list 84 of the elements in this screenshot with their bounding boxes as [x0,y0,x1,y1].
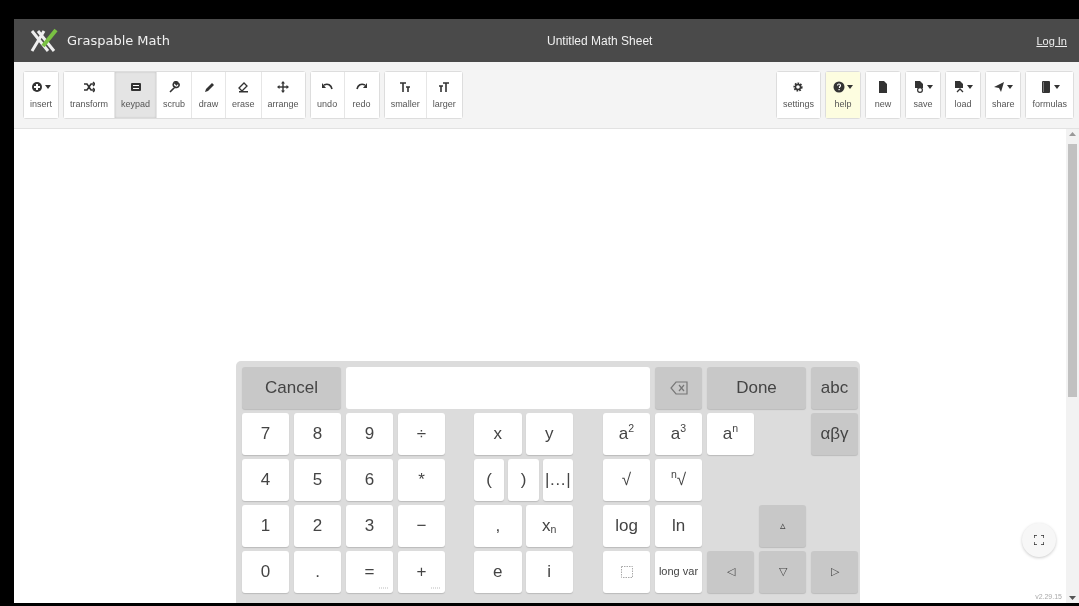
toolbar-button[interactable]: insert [24,72,58,118]
keypad-key[interactable]: Done [707,367,806,409]
scroll-down-icon [1069,596,1076,600]
keypad-key[interactable]: a$^{3}$ [655,413,702,455]
load-icon [952,81,965,93]
save-icon [912,81,925,93]
keypad-key[interactable]: * [398,459,445,501]
input-field[interactable] [346,367,650,409]
keypad-key[interactable]: ◁ [707,551,754,593]
scrollbar[interactable] [1066,129,1079,603]
toolbar-button[interactable]: save [905,72,940,118]
keypad-key[interactable]: i [525,551,573,593]
text-larger-icon [438,81,451,93]
keypad-key[interactable]: 0 [242,551,289,593]
keypad-key[interactable]: log [603,505,650,547]
keypad-key[interactable]: √ [603,459,650,501]
keypad-key[interactable]: 1 [242,505,289,547]
keypad-key[interactable]: 8 [294,413,341,455]
toolbar-button[interactable]: help [825,72,860,118]
toolbar-button[interactable]: settings [776,72,820,118]
keypad-key[interactable]: ▵ [759,505,806,547]
keypad-key[interactable]: 6 [346,459,393,501]
sheet-title: Untitled Math Sheet [547,33,653,48]
keypad-key[interactable]: x$_{n}$ [525,505,573,547]
fullscreen-icon [1034,535,1044,545]
backspace-icon [669,381,688,395]
keypad-key[interactable]: 9 [346,413,393,455]
toolbar-button[interactable]: new [865,72,900,118]
keyboard-icon [129,81,142,93]
keypad-key[interactable]: long var [655,551,702,593]
keypad-key[interactable]: 2 [294,505,341,547]
move-icon [277,81,290,93]
keypad-key[interactable]: ▷ [811,551,858,593]
keypad-key[interactable]: y [525,413,573,455]
keypad-key[interactable]: 7 [242,413,289,455]
keypad-key[interactable]: ÷ [398,413,445,455]
keypad-key[interactable]: 5 [294,459,341,501]
text-smaller-icon [399,81,412,93]
insert-icon [31,81,43,93]
keypad-key[interactable]: $^{n}$√ [655,459,702,501]
keypad-key[interactable]: a$^{2}$ [603,413,650,455]
placeholder-box-icon [620,566,633,578]
logo-icon [29,27,59,54]
keypad-key[interactable]: − [398,505,445,547]
keypad-key[interactable]: abc [811,367,858,409]
toolbar-button[interactable]: smaller [384,72,427,118]
app-name: Graspable Math [67,33,170,48]
scroll-up-icon [1069,132,1076,136]
eraser-icon [237,81,250,93]
toolbar-button[interactable]: undo [310,72,345,118]
fullscreen-button[interactable] [1022,523,1056,557]
scrollbar-thumb[interactable] [1068,144,1077,397]
keypad-key[interactable]: ( [474,459,505,501]
login-link[interactable]: Log In [1036,34,1067,47]
toolbar-button[interactable]: formulas [1026,72,1073,118]
toolbar-button[interactable]: transform [64,72,116,118]
help-icon [832,81,845,93]
keypad-key[interactable]: x [474,413,522,455]
keypad-key[interactable]: + [398,551,445,593]
wrench-icon [168,81,181,93]
backspace-key[interactable] [655,367,702,409]
keypad-key[interactable]: 4 [242,459,289,501]
keypad-key[interactable] [603,551,650,593]
settings-icon [792,81,805,93]
pencil-icon [202,81,215,93]
keypad-key[interactable]: , [474,505,522,547]
keypad-key[interactable]: ln [655,505,702,547]
toolbar-button[interactable]: load [945,72,980,118]
book-icon [1039,81,1052,93]
keypad-key[interactable]: ▽ [759,551,806,593]
keypad-key[interactable]: ) [508,459,539,501]
keypad-key[interactable]: αβγ [811,413,858,455]
keypad-key[interactable]: Cancel [242,367,341,409]
keypad-key[interactable]: . [294,551,341,593]
shuffle-icon [83,81,95,93]
keypad-key[interactable]: 3 [346,505,393,547]
keypad-key[interactable]: |…| [542,459,573,501]
document-icon [876,81,889,93]
toolbar-button[interactable]: keypad [115,72,158,118]
keypad-key[interactable]: a$^{n}$ [707,413,754,455]
keypad-key[interactable]: e [474,551,522,593]
keypad-key[interactable]: = [346,551,393,593]
share-icon [993,81,1006,93]
toolbar-button[interactable]: share [985,72,1021,118]
